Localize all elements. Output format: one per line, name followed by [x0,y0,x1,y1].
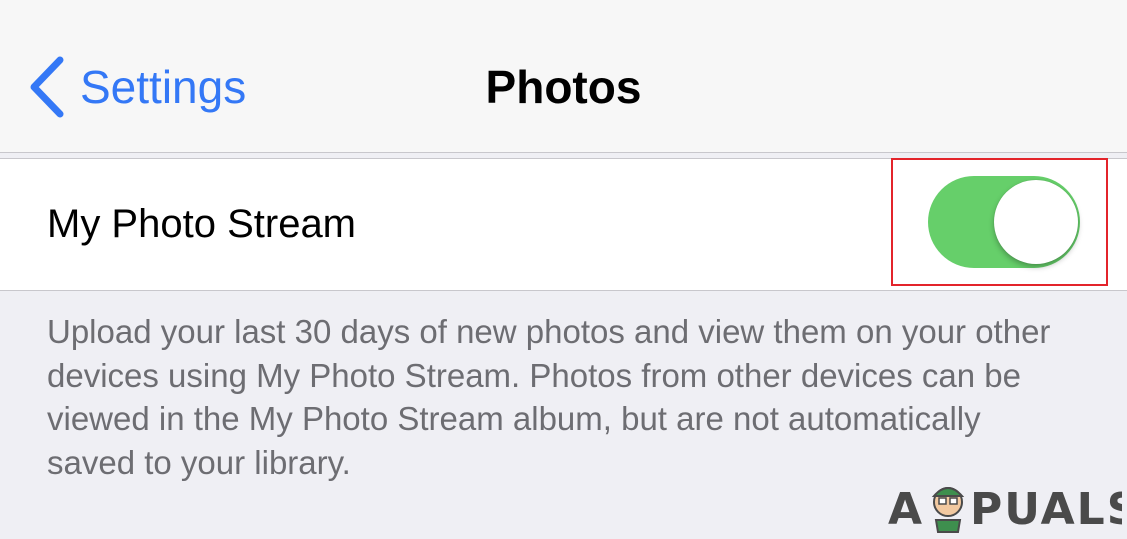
highlight-box [891,158,1108,286]
navigation-bar: Settings Photos [0,0,1127,153]
mascot-icon [931,487,965,533]
svg-text:PUALS: PUALS [970,484,1122,534]
page-title: Photos [485,61,642,113]
footer-description: Upload your last 30 days of new photos a… [47,313,1051,481]
watermark-logo: A PUALS [888,484,1122,534]
my-photo-stream-label: My Photo Stream [47,202,357,246]
svg-text:A: A [888,484,924,534]
